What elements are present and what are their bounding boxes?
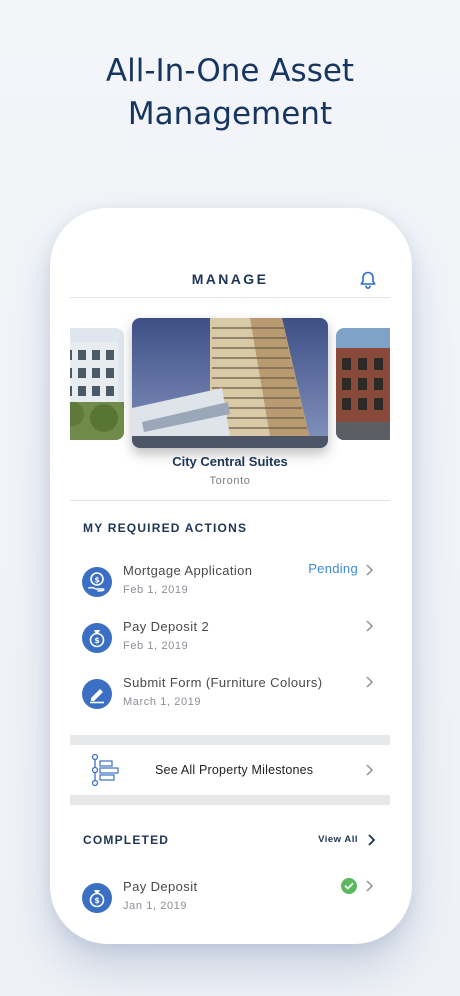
property-name: City Central Suites — [172, 454, 288, 469]
divider — [70, 500, 390, 501]
action-date: March 1, 2019 — [123, 696, 202, 708]
action-label: Mortgage Application — [123, 563, 253, 578]
completed-item-pay-deposit[interactable]: $ Pay Deposit Jan 1, 2019 — [70, 877, 390, 933]
app-screen: MANAGE City Central Suites Toronto MY RE… — [70, 258, 390, 944]
chevron-right-icon — [366, 620, 374, 632]
completed-heading: COMPLETED — [83, 833, 170, 847]
completed-header: COMPLETED View All — [70, 825, 390, 865]
dollar-hand-icon: $ — [82, 567, 112, 597]
action-label: Pay Deposit 2 — [123, 619, 210, 634]
action-pay-deposit-2[interactable]: $ Pay Deposit 2 Feb 1, 2019 — [70, 617, 390, 673]
chevron-right-icon — [366, 676, 374, 688]
property-card-next[interactable] — [336, 328, 390, 440]
property-city: Toronto — [209, 475, 251, 487]
section-separator — [70, 795, 390, 805]
building-image-previous — [70, 328, 124, 440]
phone-frame: MANAGE City Central Suites Toronto MY RE… — [50, 208, 412, 944]
property-card-current[interactable] — [132, 318, 328, 448]
required-actions-heading: MY REQUIRED ACTIONS — [83, 521, 248, 535]
action-date: Feb 1, 2019 — [123, 584, 189, 596]
top-bar: MANAGE — [70, 258, 390, 298]
property-card-previous[interactable] — [70, 328, 124, 440]
headline-line-1: All-In-One Asset — [105, 53, 355, 89]
milestones-label: See All Property Milestones — [155, 763, 314, 777]
chevron-right-icon — [366, 880, 374, 892]
headline-line-2: Management — [127, 96, 333, 132]
see-all-milestones-row[interactable]: See All Property Milestones — [70, 745, 390, 795]
money-bag-icon: $ — [82, 883, 112, 913]
status-pending: Pending — [308, 561, 358, 576]
action-submit-form[interactable]: Submit Form (Furniture Colours) March 1,… — [70, 673, 390, 729]
chevron-right-icon[interactable] — [366, 833, 376, 847]
action-date: Jan 1, 2019 — [123, 900, 188, 912]
action-mortgage-application[interactable]: $ Mortgage Application Feb 1, 2019 Pendi… — [70, 561, 390, 617]
money-bag-icon: $ — [82, 623, 112, 653]
timeline-icon — [91, 753, 119, 787]
headline: All-In-One Asset Management — [0, 50, 460, 136]
chevron-right-icon — [366, 564, 374, 576]
action-date: Feb 1, 2019 — [123, 640, 189, 652]
chevron-right-icon — [366, 764, 374, 776]
required-actions-list: $ Mortgage Application Feb 1, 2019 Pendi… — [70, 561, 390, 729]
svg-text:$: $ — [94, 576, 100, 585]
page-title: MANAGE — [191, 271, 269, 287]
building-image-current — [132, 318, 328, 448]
check-circle-icon — [341, 878, 357, 894]
action-label: Pay Deposit — [123, 879, 198, 894]
svg-text:$: $ — [94, 636, 100, 645]
property-carousel[interactable]: City Central Suites Toronto — [70, 318, 390, 487]
bell-icon[interactable] — [358, 270, 378, 290]
view-all-link[interactable]: View All — [318, 834, 358, 845]
svg-text:$: $ — [94, 896, 100, 905]
building-image-next — [336, 328, 390, 440]
section-separator — [70, 735, 390, 745]
pencil-icon — [82, 679, 112, 709]
action-label: Submit Form (Furniture Colours) — [123, 675, 323, 690]
